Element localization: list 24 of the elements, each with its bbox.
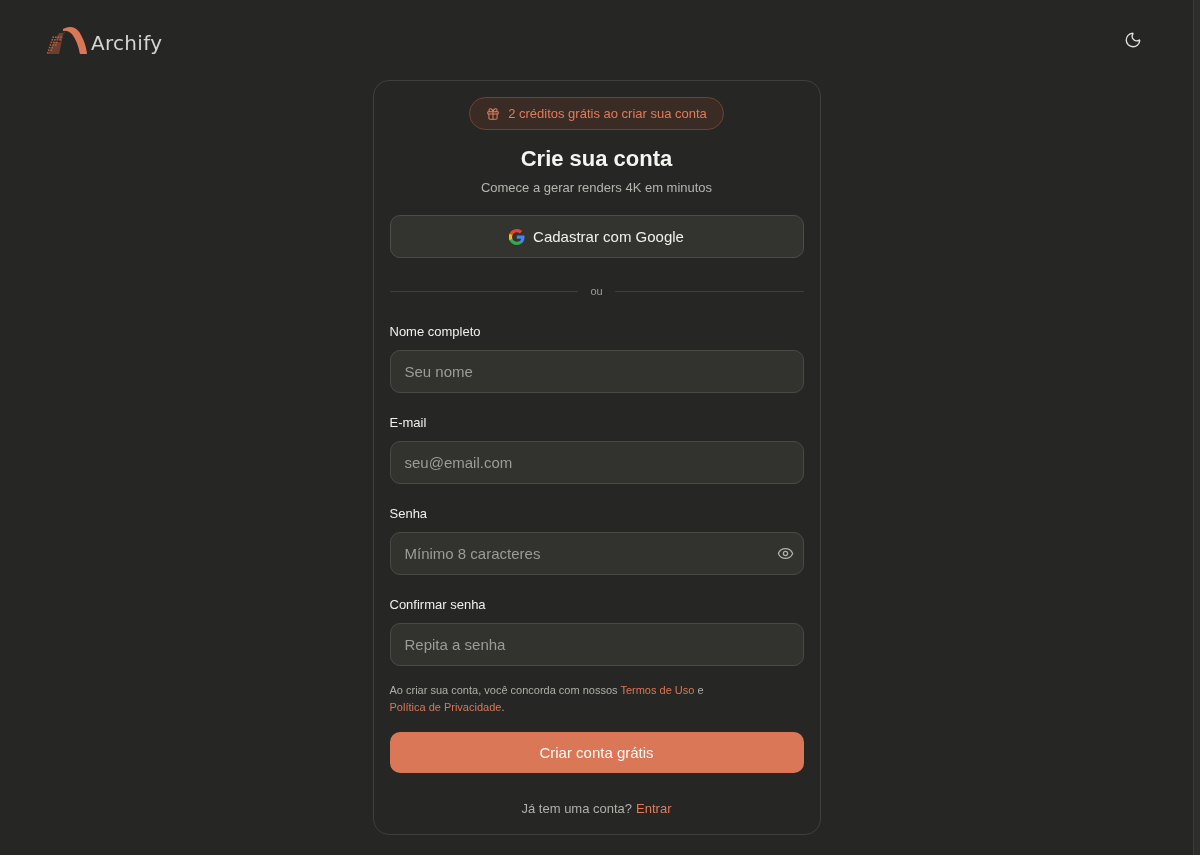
login-link[interactable]: Entrar bbox=[636, 800, 672, 818]
field-label: Confirmar senha bbox=[389, 596, 486, 614]
gift-icon bbox=[486, 106, 501, 121]
google-signup-button[interactable]: Cadastrar com Google bbox=[389, 215, 804, 258]
field-label: E-mail bbox=[389, 414, 427, 432]
create-account-button[interactable]: Criar conta grátis bbox=[389, 732, 804, 773]
google-icon bbox=[509, 228, 526, 245]
logo-text: Archify bbox=[91, 31, 163, 55]
footer-text: Já tem uma conta? bbox=[521, 800, 633, 818]
logo-icon bbox=[45, 25, 89, 55]
input-field[interactable]: Mínimo 8 caracteres bbox=[389, 532, 804, 575]
terms-text: Ao criar sua conta, você concorda com nossos Termos de Uso e Política de Privacidade. bbox=[389, 683, 705, 715]
divider-text: ou bbox=[590, 284, 603, 299]
policy-link[interactable]: Termos de Uso bbox=[620, 684, 695, 696]
field-label: Nome completo bbox=[389, 323, 481, 341]
field-label: Senha bbox=[389, 505, 428, 523]
subtitle: Comece a gerar renders 4K em minutos bbox=[480, 179, 713, 197]
input-field[interactable]: Repita a senha bbox=[389, 623, 804, 666]
eye-icon[interactable] bbox=[776, 545, 794, 562]
badge-text: 2 créditos grátis ao criar sua conta bbox=[508, 106, 707, 121]
input-field[interactable]: Seu nome bbox=[389, 350, 804, 393]
page-title: Crie sua conta bbox=[520, 145, 673, 173]
input-field[interactable]: seu@email.com bbox=[389, 441, 804, 484]
moon-icon[interactable] bbox=[1124, 31, 1142, 49]
